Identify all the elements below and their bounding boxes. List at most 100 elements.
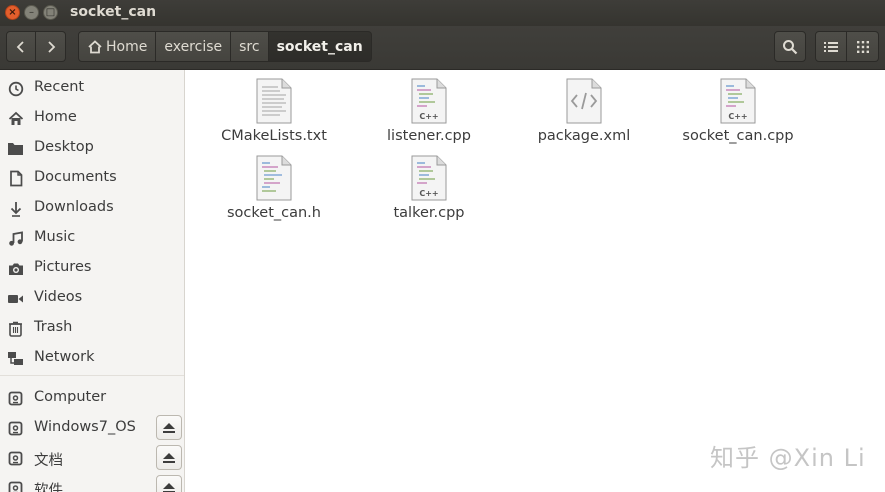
file-name: CMakeLists.txt [221,128,327,144]
search-icon [783,39,798,54]
view-toggle-group [815,31,879,62]
sidebar-item-downloads[interactable]: Downloads [0,194,184,222]
file-name: talker.cpp [393,205,465,221]
drive-icon [7,420,24,437]
drive-icon [7,390,24,407]
music-icon [7,230,24,247]
sidebar-item-label: Home [34,109,77,125]
window-title: socket_can [70,4,157,20]
sidebar-item-label: Pictures [34,259,92,275]
sidebar-item-computer[interactable]: Computer [0,384,184,412]
sidebar-item-label: 软件 [34,483,63,492]
breadcrumb-home[interactable]: Home [78,31,157,62]
file-name: listener.cpp [387,128,471,144]
cpp-file-icon: C++ [720,78,756,124]
video-icon [7,290,24,307]
sidebar-item-label: Videos [34,289,83,305]
minimize-window-button[interactable]: – [24,5,39,20]
forward-button[interactable] [36,31,66,62]
eject-button[interactable] [156,415,182,440]
svg-text:C++: C++ [419,189,438,198]
file-item-cmakelists[interactable]: CMakeLists.txt [204,72,344,146]
breadcrumb-exercise[interactable]: exercise [156,31,232,62]
sidebar-item-documents[interactable]: Documents [0,164,184,192]
grid-view-icon [856,40,869,53]
sidebar-item-videos[interactable]: Videos [0,284,184,312]
sidebar-item-label: Documents [34,169,117,185]
breadcrumb-src[interactable]: src [231,31,269,62]
file-manager-window: × – □ socket_can Home exercise src socke… [0,0,885,492]
toolbar: Home exercise src socket_can [0,26,885,70]
grid-view-button[interactable] [847,31,879,62]
document-icon [7,170,24,187]
sidebar-item-label: Windows7_OS [34,419,136,435]
sidebar-item-recent[interactable]: Recent [0,74,184,102]
watermark: 知乎 @Xin Li [710,444,866,472]
folder-icon [7,140,24,157]
sidebar-item-label: Network [34,349,95,365]
drive-icon [7,480,24,492]
file-item-talker-cpp[interactable]: C++ talker.cpp [359,149,499,223]
breadcrumb: Home exercise src socket_can [78,31,372,62]
file-view: CMakeLists.txt C++ listener.cpp package.… [186,70,885,492]
eject-icon [163,482,175,492]
file-item-socket-can-cpp[interactable]: C++ socket_can.cpp [668,72,808,146]
file-item-package-xml[interactable]: package.xml [514,72,654,146]
clock-icon [7,80,24,97]
camera-icon [7,260,24,277]
download-icon [7,200,24,217]
sidebar-item-label: Music [34,229,76,245]
breadcrumb-exercise-label: exercise [164,38,223,55]
close-window-button[interactable]: × [5,5,20,20]
breadcrumb-socket-can-label: socket_can [276,38,363,55]
eject-button[interactable] [156,445,182,470]
file-item-listener-cpp[interactable]: C++ listener.cpp [359,72,499,146]
sidebar-item-label: Computer [34,389,107,405]
search-button[interactable] [774,31,806,62]
sidebar: Recent Home Desktop Documents Downloads [0,70,185,492]
network-icon [7,350,24,367]
svg-text:C++: C++ [419,112,438,121]
sidebar-item-label: Trash [34,319,73,335]
list-view-button[interactable] [815,31,847,62]
eject-icon [163,422,175,433]
xml-file-icon [566,78,602,124]
sidebar-item-pictures[interactable]: Pictures [0,254,184,282]
cpp-file-icon: C++ [411,78,447,124]
file-name: socket_can.cpp [682,128,794,144]
sidebar-item-label: Recent [34,79,85,95]
cpp-file-icon: C++ [411,155,447,201]
breadcrumb-socket-can[interactable]: socket_can [268,31,372,62]
file-item-socket-can-h[interactable]: socket_can.h [204,149,344,223]
list-view-icon [824,41,838,52]
sidebar-item-trash[interactable]: Trash [0,314,184,342]
sidebar-item-music[interactable]: Music [0,224,184,252]
maximize-window-button[interactable]: □ [43,5,58,20]
header-file-icon [256,155,292,201]
trash-icon [7,320,24,337]
sidebar-item-label: 文档 [34,453,63,469]
back-button[interactable] [6,31,36,62]
breadcrumb-home-label: Home [106,38,148,55]
eject-icon [163,452,175,463]
breadcrumb-src-label: src [239,38,260,55]
sidebar-item-desktop[interactable]: Desktop [0,134,184,162]
text-file-icon [256,78,292,124]
chevron-right-icon [47,40,55,53]
title-bar: × – □ socket_can [0,0,885,26]
file-name: socket_can.h [227,205,321,221]
home-icon [7,110,24,127]
chevron-left-icon [16,40,24,53]
history-nav [6,31,66,62]
sidebar-item-home[interactable]: Home [0,104,184,132]
sidebar-item-network[interactable]: Network [0,344,184,372]
sidebar-separator [0,375,184,376]
home-icon [87,39,103,54]
sidebar-item-label: Downloads [34,199,114,215]
sidebar-item-label: Desktop [34,139,94,155]
drive-icon [7,450,24,467]
svg-text:C++: C++ [728,112,747,121]
eject-button[interactable] [156,475,182,492]
search-group [774,31,806,62]
file-name: package.xml [537,128,631,144]
